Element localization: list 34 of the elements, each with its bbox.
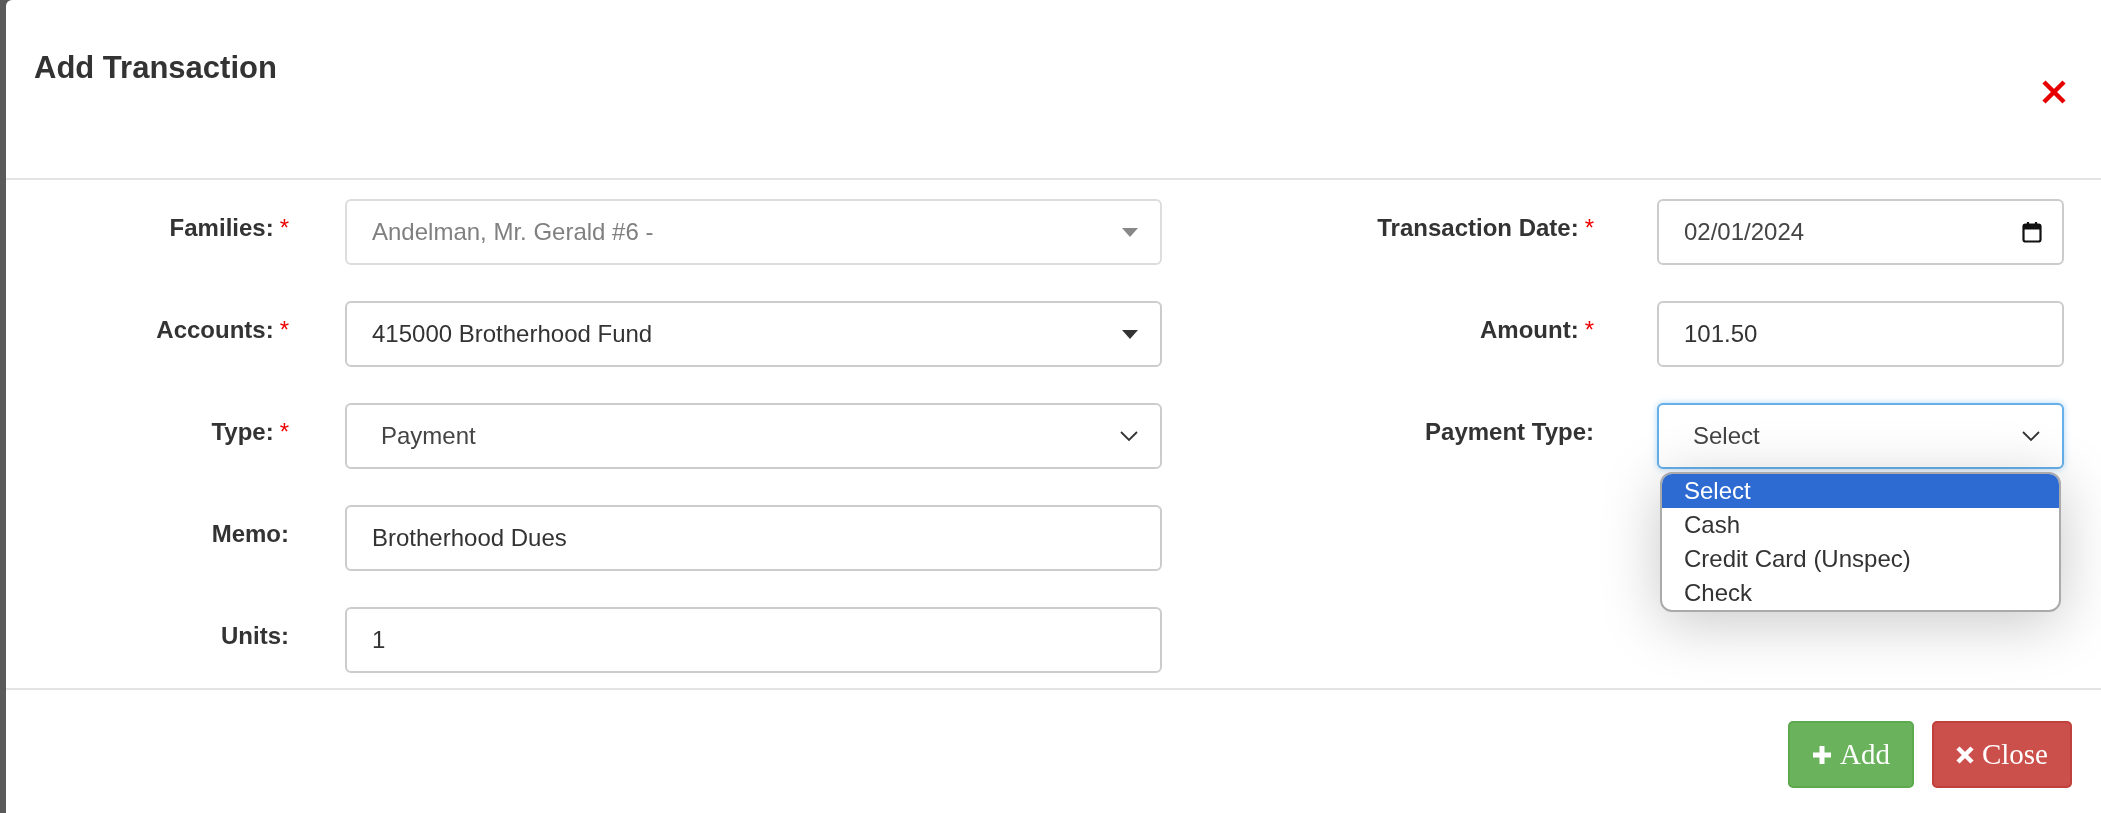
select-field[interactable]: Select: [1657, 403, 2064, 469]
date-field[interactable]: 02/01/2024: [1657, 199, 2064, 265]
chevron-down-icon: [1120, 431, 1138, 441]
field-label: Type:: [211, 418, 274, 446]
select-field[interactable]: Payment: [345, 403, 1162, 469]
dropdown-option[interactable]: Cash: [1662, 508, 2059, 542]
input-field[interactable]: 101.50: [1657, 301, 2064, 367]
field-label: Memo:: [211, 520, 289, 548]
dropdown-option[interactable]: Select: [1662, 474, 2059, 508]
field-label: Payment Type:: [1425, 418, 1594, 446]
x-icon: [1955, 745, 1974, 764]
combo-box[interactable]: 415000 Brotherhood Fund: [345, 301, 1162, 367]
caret-icon: [1122, 227, 1138, 237]
dropdown-option[interactable]: Check: [1662, 576, 2059, 610]
dropdown-option[interactable]: Credit Card (Unspec): [1662, 542, 2059, 576]
input-field[interactable]: 1: [345, 607, 1162, 673]
required-mark: *: [1584, 316, 1594, 344]
chevron-down-icon: [2022, 431, 2040, 441]
required-mark: *: [279, 214, 289, 242]
field-label: Units:: [221, 622, 289, 650]
close-button[interactable]: Close: [1931, 721, 2072, 788]
caret-icon: [1122, 329, 1138, 339]
field-label: Accounts:: [156, 316, 274, 344]
field-label: Transaction Date:: [1377, 214, 1579, 242]
required-mark: *: [279, 316, 289, 344]
calendar-icon: [2022, 221, 2042, 243]
field-label: Amount:: [1480, 316, 1579, 344]
field-label: Families:: [169, 214, 274, 242]
close-icon[interactable]: [2041, 79, 2067, 105]
required-mark: *: [279, 418, 289, 446]
dialog-title: Add Transaction: [34, 50, 277, 86]
required-mark: *: [1584, 214, 1594, 242]
plus-icon: [1812, 744, 1832, 765]
input-field[interactable]: Brotherhood Dues: [345, 505, 1162, 571]
